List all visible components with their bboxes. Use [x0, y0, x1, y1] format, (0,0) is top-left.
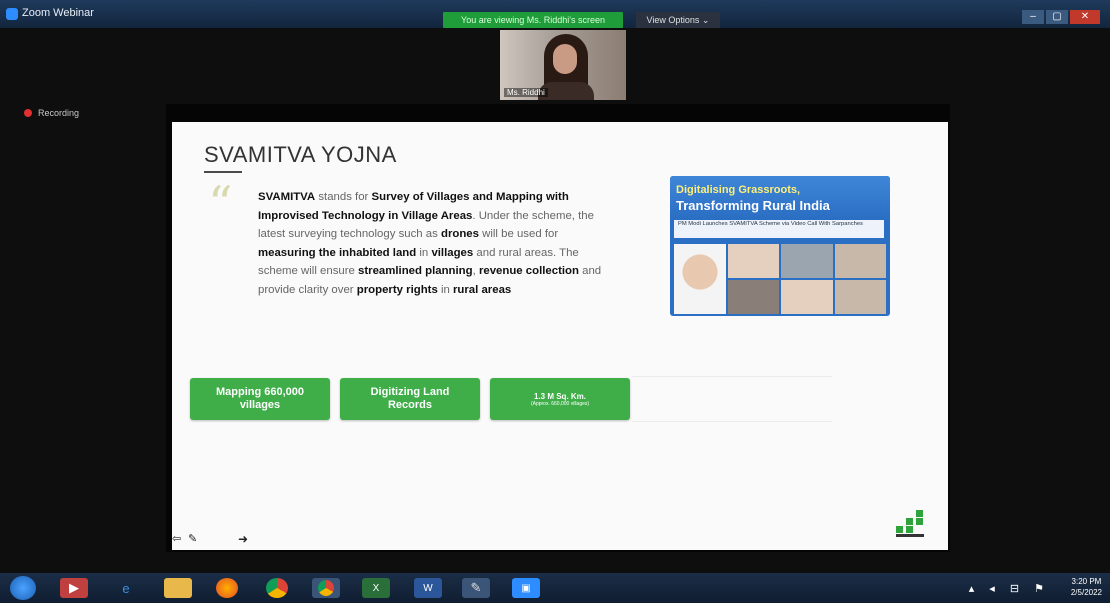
news-caption: PM Modi Launches SVAMITVA Scheme via Vid…	[674, 220, 884, 238]
participant-thumbnail	[727, 280, 779, 314]
slide-title: SVAMITVA YOJNA	[204, 142, 397, 167]
viewing-screen-banner: You are viewing Ms. Riddhi's screen	[443, 12, 623, 28]
digitizing-records-box: Digitizing Land Records	[340, 378, 480, 420]
mapping-villages-box: Mapping 660,000 villages	[190, 378, 330, 420]
previous-slide-icon[interactable]: ⇦	[172, 532, 181, 545]
pen-tool-icon[interactable]: ✎	[188, 532, 197, 545]
clock-time: 3:20 PM	[1071, 577, 1102, 586]
close-button[interactable]: ✕	[1070, 10, 1100, 24]
participant-video[interactable]: Ms. Riddhi	[500, 30, 626, 100]
start-button[interactable]	[10, 576, 36, 600]
chrome-icon[interactable]	[266, 578, 288, 598]
view-options-button[interactable]: View Options ⌄	[636, 12, 720, 28]
participant-thumbnail	[781, 280, 833, 314]
media-player-icon[interactable]: ▶	[60, 578, 88, 598]
participant-thumbnail	[834, 244, 886, 278]
excel-icon[interactable]: X	[362, 578, 390, 598]
participant-thumbnail	[727, 244, 779, 278]
zoom-logo-icon	[6, 8, 18, 20]
internet-explorer-icon[interactable]: e	[112, 578, 140, 598]
quote-mark-icon: “	[208, 176, 233, 232]
window-title-bar: Zoom Webinar You are viewing Ms. Riddhi'…	[0, 0, 1110, 28]
participant-thumbnail	[834, 280, 886, 314]
news-image-card: Digitalising Grassroots, Transforming Ru…	[670, 176, 890, 316]
recording-dot-icon	[24, 109, 32, 117]
window-title: Zoom Webinar	[22, 7, 94, 19]
participant-face	[553, 44, 577, 74]
recording-indicator: Recording	[24, 108, 79, 118]
video-call-grid	[674, 244, 886, 314]
brand-logo-icon	[896, 510, 930, 542]
system-tray[interactable]: ▴ ◂ ⊟ ⚑	[969, 582, 1050, 595]
shared-slide: SVAMITVA YOJNA “ SVAMITVA stands for Sur…	[172, 122, 948, 550]
zoom-app-icon[interactable]: ▣	[512, 578, 540, 598]
word-icon[interactable]: W	[414, 578, 442, 598]
title-underline	[204, 171, 242, 173]
faded-animation-bar	[632, 376, 832, 422]
area-coverage-box: 1.3 M Sq. Km. (Approx. 660,000 villages)	[490, 378, 630, 420]
maximize-button[interactable]: ▢	[1046, 10, 1068, 24]
window-controls: – ▢ ✕	[1022, 10, 1100, 24]
pm-thumbnail	[674, 244, 726, 314]
news-headline-line1: Digitalising Grassroots,	[676, 184, 801, 196]
paint-icon[interactable]: ✎	[462, 578, 490, 598]
firefox-icon[interactable]	[216, 578, 238, 598]
windows-taskbar: ▶ e X W ✎ ▣ ▴ ◂ ⊟ ⚑ 3:20 PM 2/5/2022	[0, 573, 1110, 603]
participant-thumbnail	[781, 244, 833, 278]
slide-body-text: SVAMITVA stands for Survey of Villages a…	[258, 191, 602, 296]
clock[interactable]: 3:20 PM 2/5/2022	[1071, 576, 1102, 598]
minimize-button[interactable]: –	[1022, 10, 1044, 24]
clock-date: 2/5/2022	[1070, 588, 1102, 597]
participant-name: Ms. Riddhi	[504, 88, 548, 97]
news-headline-line2: Transforming Rural India	[676, 198, 830, 213]
recording-label: Recording	[38, 108, 80, 118]
folder-icon[interactable]	[164, 578, 192, 598]
pointer-tool-icon[interactable]: ➜	[238, 532, 248, 546]
chrome-active-icon[interactable]	[312, 578, 340, 598]
